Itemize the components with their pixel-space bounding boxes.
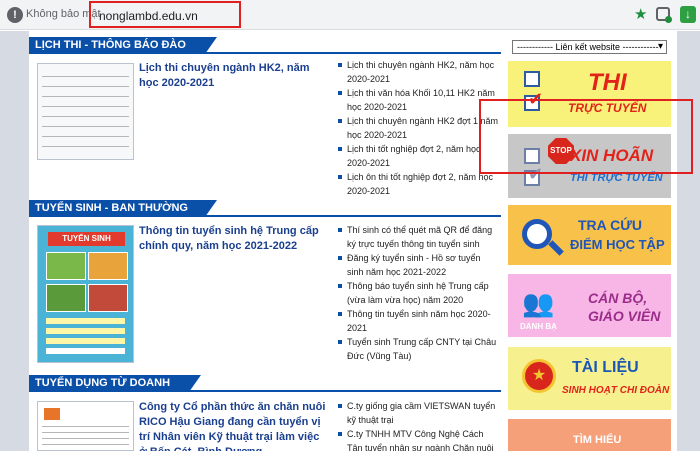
banner-caption: DANH BẠ (520, 322, 557, 331)
admission-headline-link[interactable]: Thông tin tuyển sinh hệ Trung cấp chính … (139, 224, 329, 254)
banner-title: TRA CỨU (578, 217, 642, 233)
download-extension-icon[interactable]: ↓ (680, 6, 696, 23)
list-item[interactable]: Thí sinh có thể quét mã QR để đăng ký tr… (337, 223, 499, 251)
grade-lookup-banner[interactable]: TRA CỨU ĐIỂM HỌC TẬP (508, 205, 671, 265)
list-item[interactable]: Lịch thi tốt nghiệp đợt 2, năm học 2020-… (337, 142, 499, 170)
youth-union-docs-banner[interactable]: ★ TÀI LIỆU SINH HOẠT CHI ĐOÀN (508, 347, 671, 410)
poster-photo (46, 284, 86, 312)
list-item[interactable]: C.ty giống gia cầm VIETSWAN tuyển kỹ thu… (337, 399, 499, 427)
page-background: LỊCH THI - THÔNG BÁO ĐÀO TẠO Lịch thi ch… (0, 31, 700, 451)
checkbox-icon (524, 71, 540, 87)
admission-poster-thumbnail[interactable]: TUYỂN SINH (37, 225, 134, 363)
poster-photo (46, 252, 86, 280)
list-item[interactable]: Thông báo tuyển sinh hệ Trung cấp (vừa l… (337, 279, 499, 307)
exam-headline-link[interactable]: Lịch thi chuyên ngành HK2, năm học 2020-… (139, 61, 329, 91)
exam-schedule-thumbnail[interactable] (37, 63, 134, 160)
url-field[interactable]: nonglambd.edu.vn (89, 1, 241, 28)
admission-related-list: Thí sinh có thể quét mã QR để đăng ký tr… (337, 223, 499, 363)
banner-subtitle: GIÁO VIÊN (588, 308, 661, 324)
list-item[interactable]: Lịch thi chuyên ngành HK2 đợt 1 năm học … (337, 114, 499, 142)
poster-photo (88, 284, 128, 312)
section-recruit-title[interactable]: TUYỂN DỤNG TỪ DOANH NGHIỆP (29, 375, 201, 406)
poster-photo (88, 252, 128, 280)
exam-related-list: Lịch thi chuyên ngành HK2, năm học 2020-… (337, 58, 499, 198)
section-recruit-header: TUYỂN DỤNG TỪ DOANH NGHIỆP (29, 375, 501, 406)
banner-title: THI (588, 69, 627, 96)
list-item[interactable]: Lịch thi chuyên ngành HK2, năm học 2020-… (337, 58, 499, 86)
recruit-related-list: C.ty giống gia cầm VIETSWAN tuyển kỹ thu… (337, 399, 499, 451)
section-admission-title[interactable]: TUYỂN SINH - BAN THƯỜNG XUYÊN (29, 200, 217, 231)
banner-subtitle: ĐIỂM HỌC TẬP (570, 237, 665, 252)
list-item[interactable]: Tuyển sinh Trung cấp CNTY tại Châu Đức (… (337, 335, 499, 363)
website-links-select[interactable]: ------------ Liên kết website ----------… (512, 40, 667, 54)
list-item[interactable]: Thông tin tuyển sinh năm học 2020-2021 (337, 307, 499, 335)
highlight-frame (479, 99, 693, 174)
banner-title: CÁN BỘ, (588, 290, 648, 306)
url-text: nonglambd.edu.vn (99, 9, 198, 23)
banner-title: TÀI LIỆU (572, 359, 639, 376)
youth-union-badge-icon: ★ (522, 359, 556, 393)
staff-directory-banner[interactable]: 👥 DANH BẠ CÁN BỘ, GIÁO VIÊN (508, 274, 671, 337)
recruit-document-thumbnail[interactable] (37, 401, 134, 451)
warning-icon[interactable]: ! (7, 7, 23, 23)
bookmark-star-icon[interactable]: ★ (634, 5, 647, 23)
banner-title: TÌM HIỂU (573, 434, 622, 446)
browser-address-bar: ! Không bảo mật nonglambd.edu.vn ★ ↓ (0, 0, 700, 30)
list-item[interactable]: Lịch thi văn hóa Khối 10,11 HK2 năm học … (337, 86, 499, 114)
list-item[interactable]: Lịch ôn thi tốt nghiệp đợt 2, năm học 20… (337, 170, 499, 198)
recruit-headline-link[interactable]: Công ty Cổ phần thức ăn chăn nuôi RICO H… (139, 400, 329, 451)
list-item[interactable]: C.ty TNHH MTV Công Nghệ Cách Tân tuyển n… (337, 427, 499, 451)
section-exam-header: LỊCH THI - THÔNG BÁO ĐÀO TẠO (29, 37, 501, 68)
poster-title: TUYỂN SINH (48, 232, 125, 246)
list-item[interactable]: Đăng ký tuyển sinh - Hồ sơ tuyển sinh nă… (337, 251, 499, 279)
people-icon: 👥 (522, 288, 555, 318)
banner-subtitle: SINH HOẠT CHI ĐOÀN (562, 385, 670, 396)
section-admission-header: TUYỂN SINH - BAN THƯỜNG XUYÊN (29, 200, 501, 231)
learn-more-banner[interactable]: TÌM HIỂU (508, 419, 671, 451)
section-exam-title[interactable]: LỊCH THI - THÔNG BÁO ĐÀO TẠO (29, 37, 217, 68)
main-content: LỊCH THI - THÔNG BÁO ĐÀO TẠO Lịch thi ch… (29, 31, 677, 451)
extension-icon[interactable] (656, 7, 672, 23)
